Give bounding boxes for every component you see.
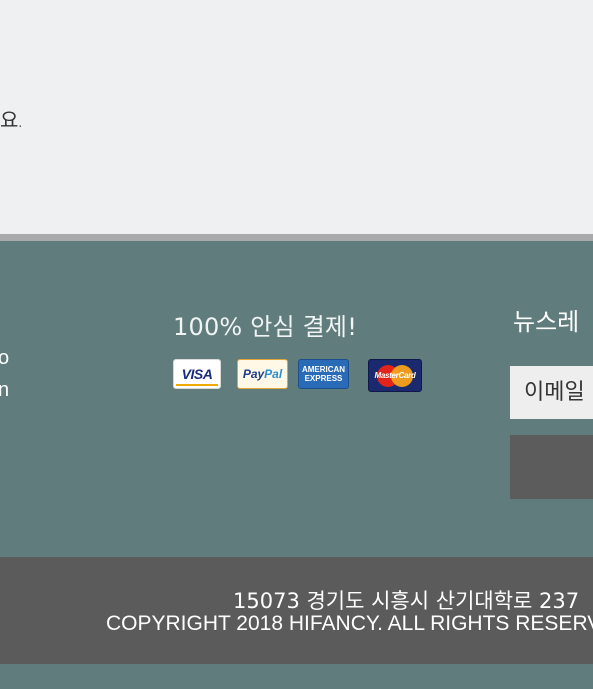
footer-left-fragment-1: o xyxy=(0,347,10,369)
amex-card-icon: AMERICAN EXPRESS xyxy=(298,359,349,389)
newsletter-subscribe-button[interactable] xyxy=(510,435,593,499)
visa-label: VISA xyxy=(181,366,213,382)
mastercard-label: MasterCard xyxy=(374,371,416,380)
paypal-label-pay: Pay xyxy=(242,367,265,381)
footer-top-divider xyxy=(0,234,593,241)
newsletter-email-input[interactable] xyxy=(510,366,593,419)
newsletter-title: 뉴스레 xyxy=(513,308,580,336)
footer-bottom-bar: 15073 경기도 시흥시 산기대학로 237 COPYRIGHT 2018 H… xyxy=(0,557,593,664)
content-area: 요. xyxy=(0,0,593,234)
footer-bottom-strip xyxy=(0,664,593,689)
paypal-card-icon: Pay Pal xyxy=(237,359,288,389)
mastercard-card-icon: MasterCard xyxy=(368,359,422,392)
secure-payment-title: 100% 안심 결제! xyxy=(173,313,358,341)
footer-left-fragment-2: n xyxy=(0,379,10,401)
visa-stripe xyxy=(176,384,218,386)
content-text-period: . xyxy=(18,116,23,130)
page: 요. o n 100% 안심 결제! VISA Pay Pal AMERICAN … xyxy=(0,0,593,689)
visa-card-icon: VISA xyxy=(173,359,221,389)
amex-label-express: EXPRESS xyxy=(304,374,343,383)
copyright-text: COPYRIGHT 2018 HIFANCY. ALL RIGHTS RESER… xyxy=(106,612,593,635)
footer-left-column: o n xyxy=(0,342,9,406)
content-text-fragment: 요. xyxy=(0,104,22,133)
paypal-label-pal: Pal xyxy=(264,367,283,381)
amex-label-american: AMERICAN xyxy=(301,365,346,374)
footer: o n 100% 안심 결제! VISA Pay Pal AMERICAN EXP… xyxy=(0,241,593,557)
content-text: 요 xyxy=(0,108,19,132)
company-address: 15073 경기도 시흥시 산기대학로 237 xyxy=(233,589,580,613)
